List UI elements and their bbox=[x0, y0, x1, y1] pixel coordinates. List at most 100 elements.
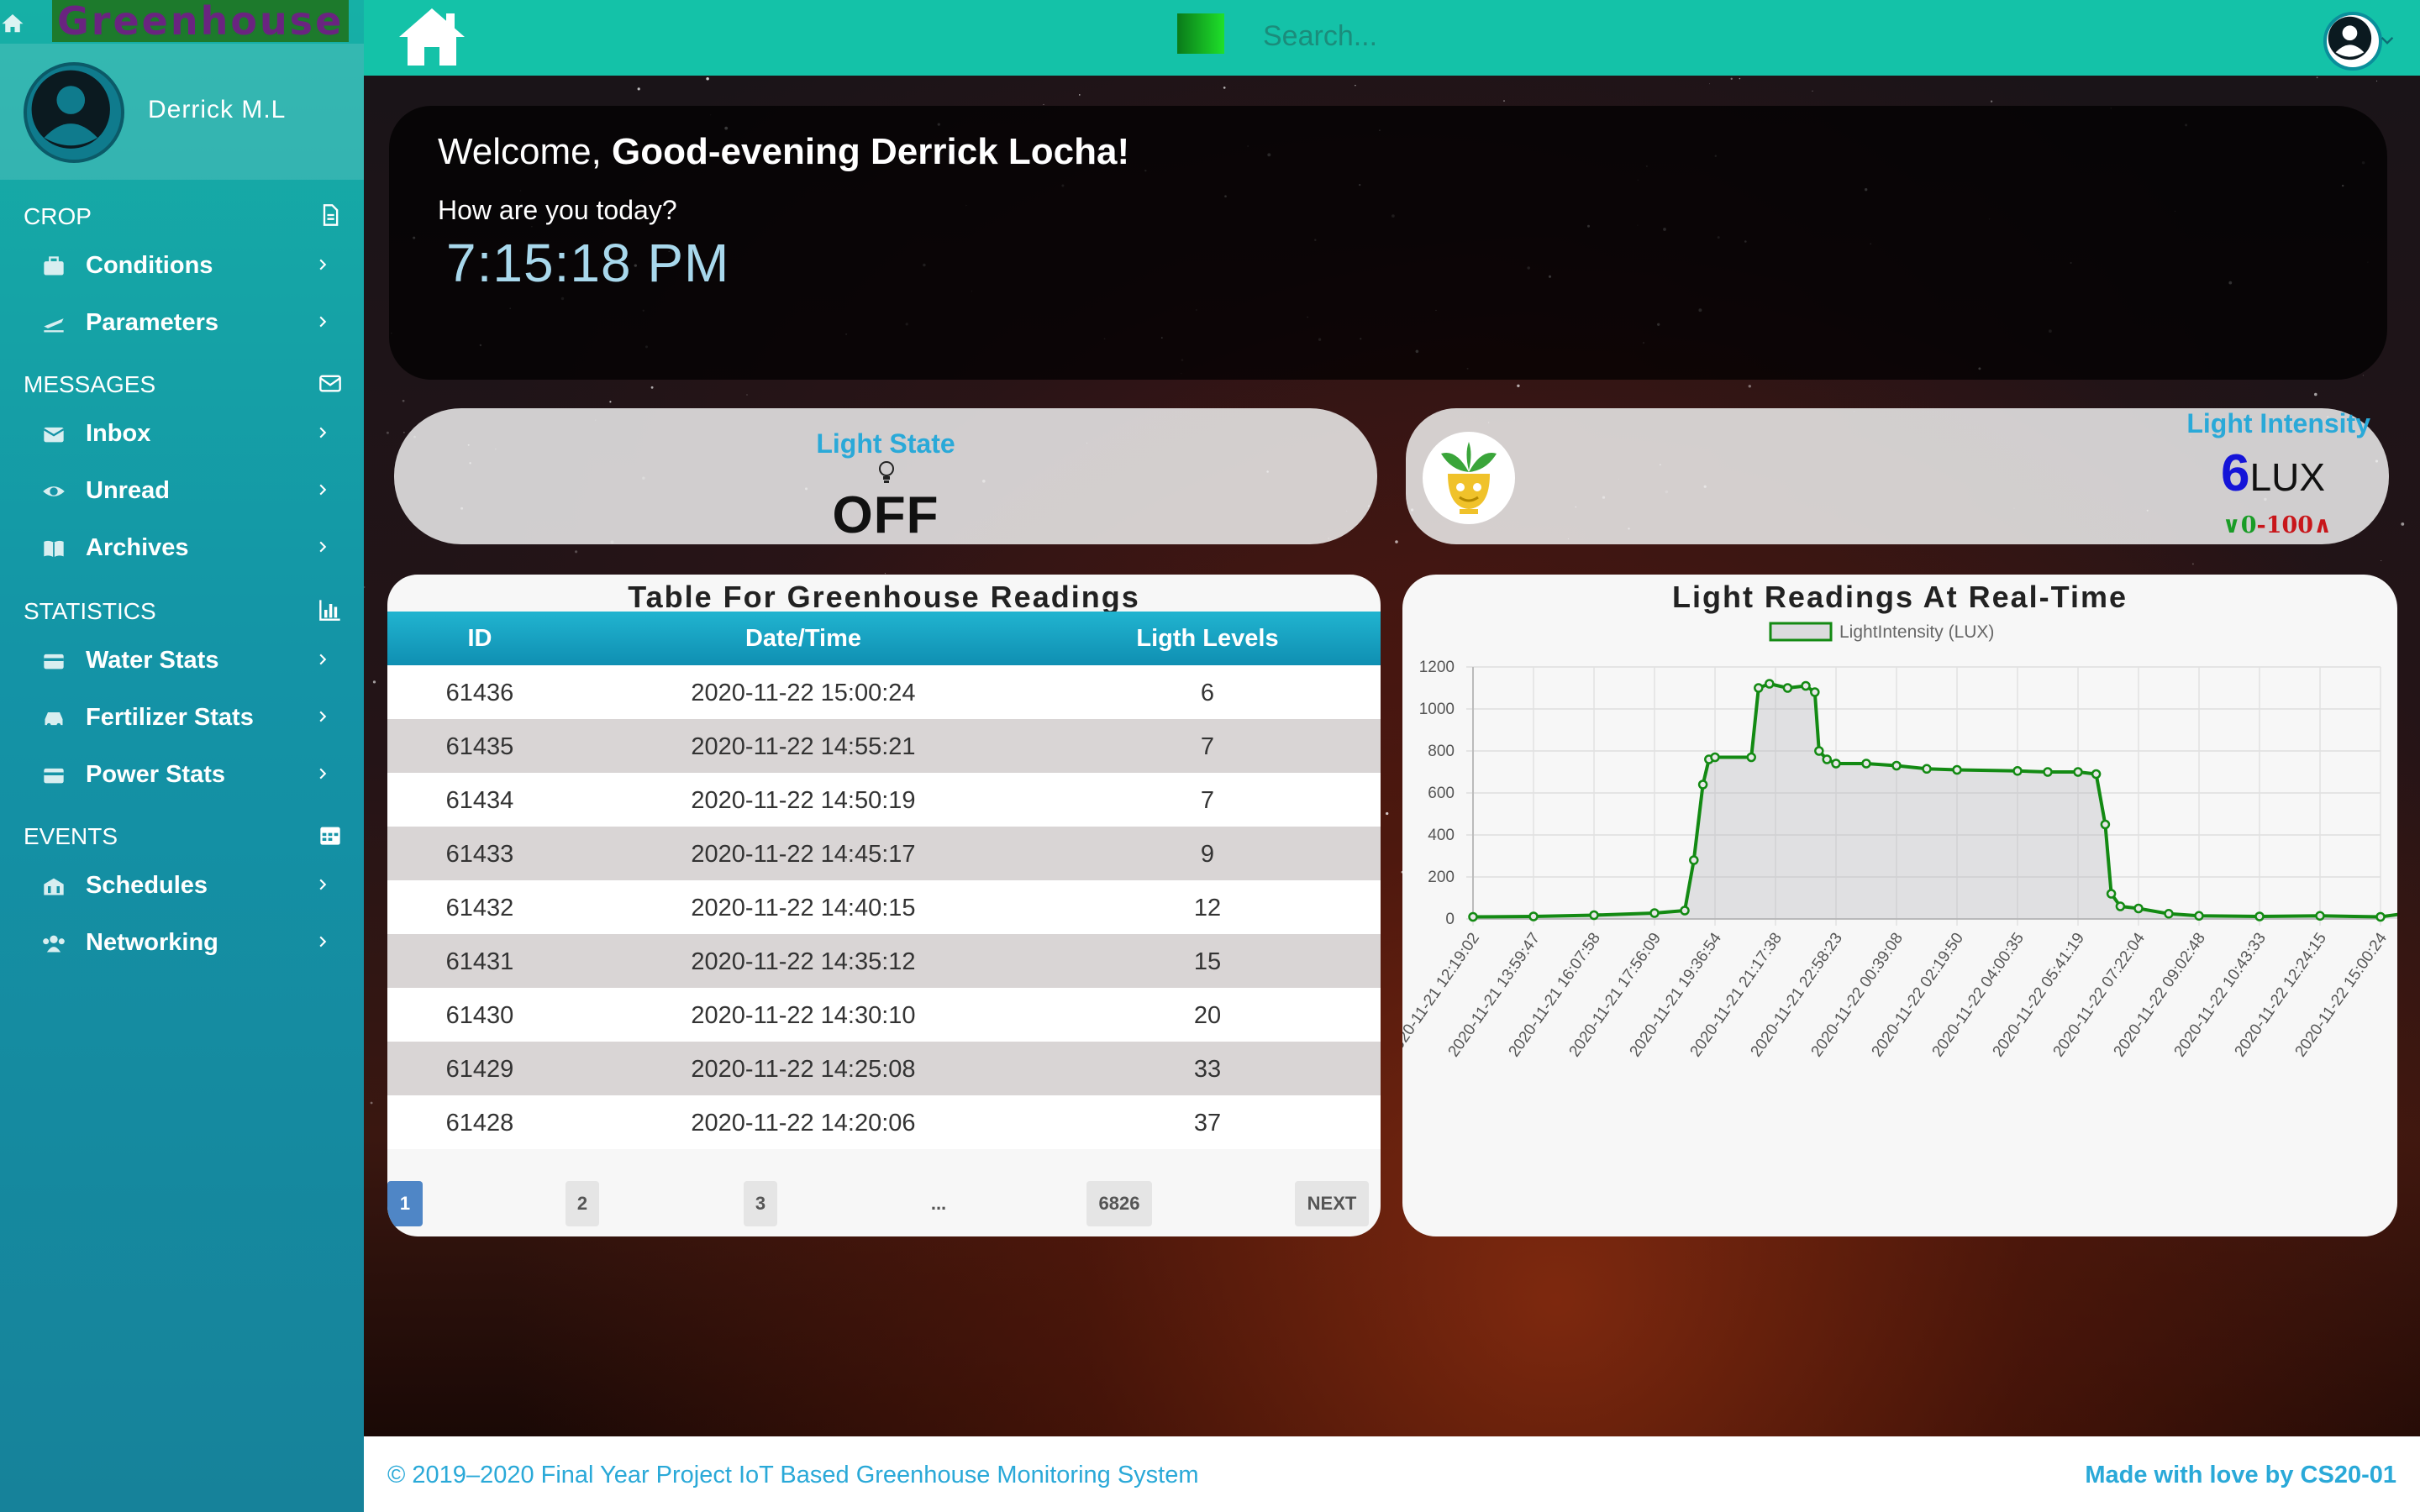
sidebar-item-unread[interactable]: Unread bbox=[0, 462, 364, 519]
chevron-right-icon bbox=[319, 316, 327, 328]
data-point bbox=[1952, 764, 1962, 775]
series-area bbox=[1473, 684, 2397, 919]
table-row[interactable]: 61431 2020-11-22 14:35:12 15 bbox=[387, 934, 1381, 988]
section-header: CROP bbox=[0, 192, 364, 237]
data-point bbox=[1697, 780, 1708, 790]
table-row[interactable]: 61428 2020-11-22 14:20:06 37 bbox=[387, 1095, 1381, 1149]
users-icon bbox=[43, 935, 65, 953]
chart-title: Light Readings At Real-Time bbox=[1671, 580, 2128, 614]
sidebar-item-parameters[interactable]: Parameters bbox=[0, 294, 364, 351]
table-row[interactable]: 61429 2020-11-22 14:25:08 33 bbox=[387, 1042, 1381, 1095]
sidebar-section-events: EVENTS Schedules Networking bbox=[0, 811, 364, 971]
profile-name: Derrick M.L bbox=[148, 96, 287, 123]
home-icon[interactable] bbox=[396, 5, 468, 69]
sidebar-item-label: Networking bbox=[86, 929, 218, 956]
data-point bbox=[1814, 746, 1824, 756]
data-point bbox=[2106, 889, 2117, 899]
chevron-right-icon bbox=[319, 427, 327, 438]
brand-title[interactable]: Greenhouse bbox=[52, 0, 350, 42]
table-row[interactable]: 61435 2020-11-22 14:55:21 7 bbox=[387, 719, 1381, 773]
avatar[interactable] bbox=[24, 62, 124, 163]
column-header-datetime[interactable]: Date/Time bbox=[572, 625, 1034, 653]
table-row[interactable]: 61433 2020-11-22 14:45:17 9 bbox=[387, 827, 1381, 880]
data-point bbox=[1710, 752, 1720, 763]
user-menu-button[interactable] bbox=[2318, 7, 2394, 71]
cell-datetime: 2020-11-22 14:45:17 bbox=[691, 841, 916, 868]
page-last-button[interactable]: 6826 bbox=[1086, 1181, 1152, 1226]
data-point bbox=[1528, 911, 1539, 921]
table-title: Table For Greenhouse Readings bbox=[628, 580, 1140, 614]
cell-id: 61431 bbox=[445, 948, 514, 975]
data-point bbox=[1801, 680, 1811, 691]
section-title: MESSAGES bbox=[24, 371, 156, 397]
y-tick-label: 1000 bbox=[1419, 701, 1455, 718]
column-header-id[interactable]: ID bbox=[387, 625, 572, 653]
next-page-button[interactable]: NEXT bbox=[1295, 1181, 1369, 1226]
column-header-light-levels[interactable]: Ligth Levels bbox=[1034, 625, 1381, 653]
data-point bbox=[1754, 683, 1764, 693]
light-intensity-title: Light Intensity bbox=[2186, 408, 2370, 438]
table-row[interactable]: 61434 2020-11-22 14:50:19 7 bbox=[387, 773, 1381, 827]
table-row[interactable]: 61432 2020-11-22 14:40:15 12 bbox=[387, 880, 1381, 934]
cell-id: 61434 bbox=[445, 787, 514, 814]
sidebar-item-conditions[interactable]: Conditions bbox=[0, 237, 364, 294]
sidebar-item-schedules[interactable]: Schedules bbox=[0, 857, 364, 914]
section-header: STATISTICS bbox=[0, 586, 364, 632]
data-point bbox=[2254, 911, 2265, 921]
y-tick-label: 1200 bbox=[1419, 659, 1455, 676]
data-point bbox=[1891, 760, 1902, 771]
cell-id: 61436 bbox=[445, 680, 514, 706]
sidebar: Greenhouse Derrick M.L CROP Conditions P… bbox=[0, 0, 364, 1512]
cell-light-level: 15 bbox=[1193, 948, 1222, 975]
y-tick-label: 0 bbox=[1445, 911, 1455, 928]
table-header: ID Date/Time Ligth Levels bbox=[387, 612, 1381, 665]
greeting-text: Good-evening Derrick Locha! bbox=[612, 131, 1130, 172]
data-point bbox=[2164, 909, 2174, 919]
light-state-title: Light State bbox=[816, 428, 955, 459]
data-point bbox=[2133, 903, 2144, 914]
sidebar-item-label: Power Stats bbox=[86, 761, 225, 788]
cell-datetime: 2020-11-22 15:00:24 bbox=[691, 680, 916, 706]
data-point bbox=[2073, 767, 2083, 777]
top-navbar bbox=[364, 0, 2420, 76]
sidebar-item-inbox[interactable]: Inbox bbox=[0, 405, 364, 462]
sidebar-item-archives[interactable]: Archives bbox=[0, 519, 364, 576]
table-row[interactable]: 61430 2020-11-22 14:30:10 20 bbox=[387, 988, 1381, 1042]
chevron-right-icon bbox=[319, 654, 327, 665]
cell-datetime: 2020-11-22 14:35:12 bbox=[691, 948, 916, 975]
page-1-button[interactable]: 1 bbox=[387, 1181, 423, 1226]
data-point bbox=[1765, 679, 1775, 689]
light-state-value: OFF bbox=[832, 486, 939, 544]
cell-light-level: 7 bbox=[1200, 787, 1215, 814]
table-row[interactable]: 61436 2020-11-22 15:00:24 6 bbox=[387, 665, 1381, 719]
sidebar-item-networking[interactable]: Networking bbox=[0, 914, 364, 971]
light-intensity-value: 6 bbox=[2221, 444, 2250, 502]
y-tick-label: 200 bbox=[1428, 869, 1455, 886]
cell-datetime: 2020-11-22 14:55:21 bbox=[691, 733, 916, 760]
y-tick-label: 800 bbox=[1428, 743, 1455, 760]
data-point bbox=[1649, 908, 1660, 918]
eye-icon bbox=[43, 486, 65, 496]
sidebar-item-fertilizer-stats[interactable]: Fertilizer Stats bbox=[0, 689, 364, 746]
chevron-right-icon bbox=[319, 711, 327, 722]
page-3-button[interactable]: 3 bbox=[744, 1181, 777, 1226]
sidebar-item-power-stats[interactable]: Power Stats bbox=[0, 746, 364, 803]
data-point bbox=[1468, 911, 1478, 922]
plane-icon bbox=[44, 318, 64, 333]
briefcase-icon bbox=[44, 256, 64, 276]
sidebar-item-water-stats[interactable]: Water Stats bbox=[0, 632, 364, 689]
sidebar-item-label: Inbox bbox=[86, 420, 151, 447]
sidebar-item-label: Schedules bbox=[86, 872, 208, 899]
search-input[interactable] bbox=[1263, 15, 1683, 57]
welcome-prefix: Welcome, bbox=[438, 131, 613, 172]
chevron-right-icon bbox=[319, 259, 327, 270]
sidebar-section-statistics: STATISTICS Water Stats Fertilizer Stats … bbox=[0, 586, 364, 803]
cell-light-level: 37 bbox=[1193, 1110, 1222, 1137]
cell-datetime: 2020-11-22 14:50:19 bbox=[691, 787, 916, 814]
page-2-button[interactable]: 2 bbox=[566, 1181, 599, 1226]
footer-credit[interactable]: Made with love by CS20-01 bbox=[2085, 1462, 2396, 1489]
home-icon[interactable] bbox=[0, 12, 25, 34]
data-point bbox=[2194, 911, 2204, 921]
data-point bbox=[1831, 759, 1841, 769]
plant-icon bbox=[1423, 432, 1515, 524]
